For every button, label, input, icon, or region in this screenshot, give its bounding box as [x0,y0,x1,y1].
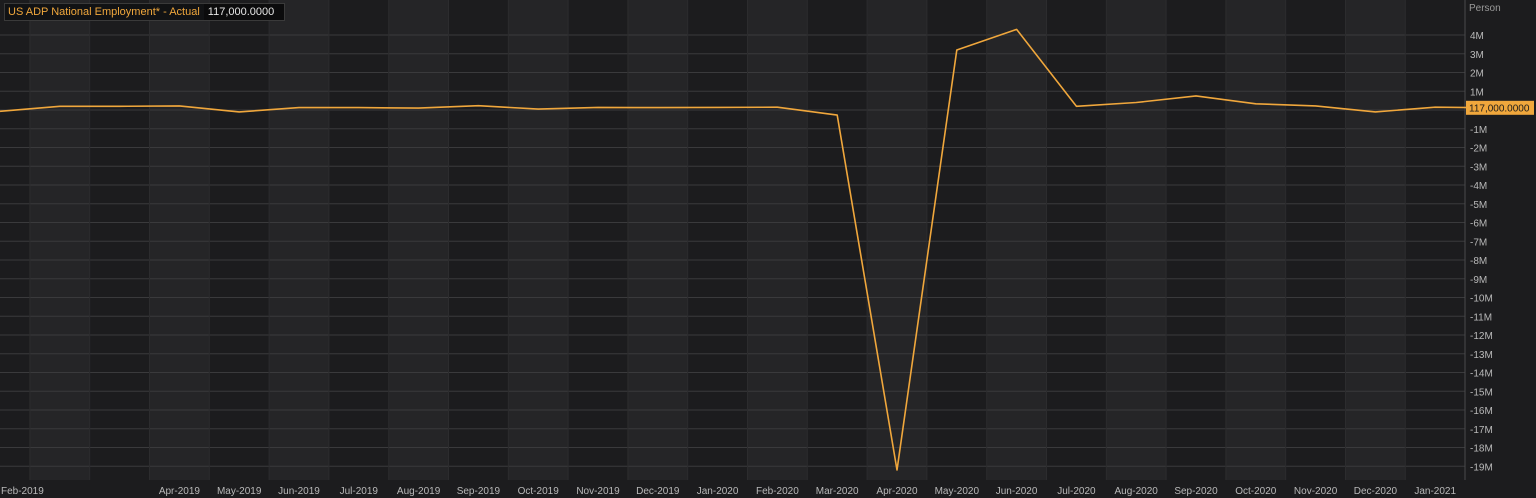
chart: Person 4M 3M 2M 1M -1M -2M -3M -4M -5M -6M -7M -8M -… [0,0,1534,497]
series-legend[interactable]: US ADP National Employment* - Actual 117… [4,3,286,21]
x-tick-label: Aug-2019 [397,486,441,497]
x-tick-label: Oct-2020 [1235,486,1277,497]
y-tick-label: -2M [1470,144,1487,155]
x-tick-label: Feb-2019 [1,486,44,497]
x-tick-label: Dec-2019 [636,486,680,497]
y-tick-label: -7M [1470,237,1487,248]
x-tick-label: Mar-2020 [816,486,859,497]
y-tick-label: -19M [1470,462,1493,473]
x-tick-label: Aug-2020 [1115,486,1159,497]
x-tick-label: Jun-2019 [278,486,320,497]
y-tick-label: 1M [1470,87,1484,98]
y-tick-label: -18M [1470,444,1493,455]
y-tick-label: -3M [1470,162,1487,173]
y-tick-label: -16M [1470,406,1493,417]
y-tick-label: -12M [1470,331,1493,342]
y-tick-label: -8M [1470,256,1487,267]
y-tick-label: -9M [1470,275,1487,286]
y-tick-label: 4M [1470,31,1484,42]
y-tick-label: -14M [1470,369,1493,380]
y-tick-label: -13M [1470,350,1493,361]
legend-series-value: 117,000.0000 [203,4,285,20]
x-tick-label: Nov-2020 [1294,486,1338,497]
y-tick-label: -1M [1470,125,1487,136]
y-tick-label: -15M [1470,387,1493,398]
last-value-label: 117,000.0000 [1469,103,1530,114]
x-tick-label: Nov-2019 [576,486,620,497]
y-tick-label: 3M [1470,50,1484,61]
y-tick-label: -17M [1470,425,1493,436]
y-axis-unit-label: Person [1469,3,1501,14]
x-tick-label: Jan-2020 [697,486,739,497]
x-tick-label: Oct-2019 [518,486,560,497]
y-tick-label: -11M [1470,312,1492,323]
x-tick-label: May-2019 [217,486,262,497]
x-tick-label: Dec-2020 [1354,486,1398,497]
x-tick-label: Jul-2020 [1057,486,1096,497]
y-tick-label: 2M [1470,69,1484,80]
x-tick-label: Sep-2019 [457,486,501,497]
y-tick-label: -4M [1470,181,1487,192]
x-axis-ticks: Feb-2019 Apr-2019 May-2019 Jun-2019 Jul-2019… [1,486,1456,497]
legend-series-name: US ADP National Employment* - Actual [8,6,200,18]
x-tick-label: Sep-2020 [1174,486,1218,497]
y-tick-label: -10M [1470,294,1493,305]
x-tick-label: Jun-2020 [996,486,1038,497]
y-tick-label: -6M [1470,219,1487,230]
x-tick-label: Jan-2021 [1414,486,1456,497]
x-tick-label: May-2020 [935,486,980,497]
y-tick-label: -5M [1470,200,1487,211]
x-tick-label: Apr-2020 [876,486,918,497]
x-tick-label: Jul-2019 [340,486,379,497]
y-axis-ticks: 4M 3M 2M 1M -1M -2M -3M -4M -5M -6M -7M -8M -9M -10M -… [1470,31,1493,473]
x-tick-label: Apr-2019 [159,486,201,497]
x-tick-label: Feb-2020 [756,486,799,497]
